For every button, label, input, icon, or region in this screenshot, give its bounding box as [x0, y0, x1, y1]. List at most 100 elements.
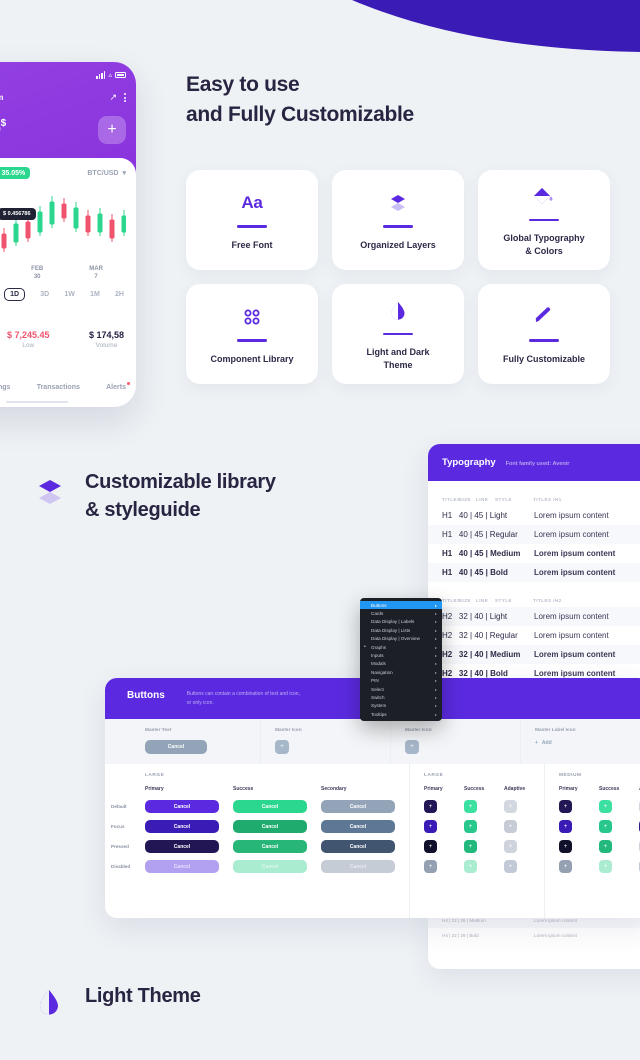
- column-headers: Primary Success Adaptive: [559, 786, 640, 792]
- feature-card-global-typography[interactable]: Global Typography & Colors: [478, 170, 610, 270]
- master-icon-button[interactable]: +: [405, 740, 419, 754]
- component-dropdown-menu[interactable]: Buttons ▸ Cards ▸ Data Display | Labels ▸ D…: [360, 598, 442, 722]
- chevron-right-icon: ▸: [434, 711, 437, 717]
- pair-selector[interactable]: BTC/USD ▾: [87, 169, 126, 177]
- dropdown-item-cards[interactable]: Cards ▸: [360, 609, 442, 617]
- add-button[interactable]: +: [98, 116, 126, 144]
- typo-row: H4 | 22 | 26 | Bold Lorem ipsum content: [442, 933, 577, 938]
- icon-button-success-default[interactable]: +: [464, 800, 477, 813]
- candlestick-chart: $ 0.456786: [0, 186, 126, 264]
- dropdown-item-system[interactable]: System ▸: [360, 702, 442, 710]
- feature-card-organized-layers[interactable]: Organized Layers: [332, 170, 464, 270]
- tab-holdings[interactable]: Holdings: [0, 384, 10, 391]
- range-2h[interactable]: 2H: [115, 291, 124, 298]
- dropdown-item-switch[interactable]: Switch ▸: [360, 693, 442, 701]
- range-1m[interactable]: 1M: [90, 291, 100, 298]
- button-success-pressed[interactable]: Cancel: [233, 840, 307, 853]
- feature-label: Component Library: [210, 353, 294, 364]
- icon-button-success-pressed[interactable]: +: [464, 840, 477, 853]
- button-secondary-disabled: Cancel: [321, 860, 395, 873]
- button-secondary-pressed[interactable]: Cancel: [321, 840, 395, 853]
- dropdown-item-navigation[interactable]: Navigation ▸: [360, 668, 442, 676]
- home-indicator: [6, 400, 68, 403]
- feature-card-free-font[interactable]: Aa Free Font: [186, 170, 318, 270]
- icon-button-adaptive-default[interactable]: +: [504, 800, 517, 813]
- dropdown-item-inputs[interactable]: Inputs ▸: [360, 651, 442, 659]
- chevron-right-icon: ▸: [434, 661, 437, 667]
- button-success-default[interactable]: Cancel: [233, 800, 307, 813]
- dropdown-item-modals[interactable]: Modals ▸: [360, 660, 442, 668]
- icon-button-primary-focus[interactable]: +: [424, 820, 437, 833]
- easy-line-2: and Fully Customizable: [186, 103, 414, 127]
- button-primary-default[interactable]: Cancel: [145, 800, 219, 813]
- button-success-focus[interactable]: Cancel: [233, 820, 307, 833]
- tab-alerts[interactable]: Alerts: [106, 382, 130, 391]
- chevron-right-icon: ▸: [434, 686, 437, 692]
- library-line-1: Customizable library: [85, 471, 276, 493]
- typo-row: H1 40 | 45 | Medium Lorem ipsum content: [442, 549, 616, 558]
- icon-button-success-default[interactable]: +: [599, 800, 612, 813]
- feature-card-light-dark-theme[interactable]: Light and Dark Theme: [332, 284, 464, 384]
- size-tag: MEDIUM: [559, 773, 582, 778]
- bullet-icon: •: [364, 644, 366, 651]
- icon-button-adaptive-focus[interactable]: +: [504, 820, 517, 833]
- master-label-icon-button[interactable]: + Add: [535, 740, 640, 746]
- master-text-button[interactable]: Cancel: [145, 740, 207, 754]
- col-header-titles: TITLES: [442, 598, 461, 603]
- icon-button-success-pressed[interactable]: +: [599, 840, 612, 853]
- icon-button-success-focus[interactable]: +: [599, 820, 612, 833]
- button-secondary-focus[interactable]: Cancel: [321, 820, 395, 833]
- button-row: Focus Cancel Cancel Cancel: [111, 820, 409, 833]
- range-3d[interactable]: 3D: [40, 291, 49, 298]
- range-1d[interactable]: 1D: [4, 287, 26, 301]
- icon-button-row: +++: [559, 820, 640, 833]
- dropdown-item-select[interactable]: Select ▸: [360, 685, 442, 693]
- date-tick: MAR 7: [89, 266, 103, 280]
- typography-header: Typography Font family used: Avenir sett…: [428, 444, 640, 481]
- button-secondary-default[interactable]: Cancel: [321, 800, 395, 813]
- typography-subtitle: Font family used: Avenir: [505, 461, 570, 467]
- button-primary-focus[interactable]: Cancel: [145, 820, 219, 833]
- more-vertical-icon[interactable]: [124, 93, 126, 102]
- icon-button-primary-focus[interactable]: +: [559, 820, 572, 833]
- header-primary: Primary: [559, 786, 578, 792]
- master-icon-button[interactable]: +: [275, 740, 289, 754]
- icon-button-primary-default[interactable]: +: [424, 800, 437, 813]
- button-row: Default Cancel Cancel Cancel: [111, 800, 409, 813]
- dropdown-item-pin[interactable]: PIN ▸: [360, 677, 442, 685]
- dropdown-item-data-display-overview[interactable]: Data Display | Overview ▸: [360, 635, 442, 643]
- buttons-panel-subtitle: Buttons can contain a combination of tex…: [186, 691, 300, 706]
- page-root: ▵ ▦ Radium ↗ 03,45$ 564453 RADS + 915667…: [0, 0, 640, 1060]
- icon-button-row: + + +: [424, 800, 544, 813]
- icon-button-adaptive-disabled: +: [504, 860, 517, 873]
- dropdown-item-buttons[interactable]: Buttons ▸: [360, 601, 442, 610]
- icon-button-primary-default[interactable]: +: [559, 800, 572, 813]
- range-selector[interactable]: 4H 12H 1D 3D 1W 1M 2H: [0, 287, 126, 305]
- master-cell-icon-medium: Master Icon +: [391, 719, 521, 764]
- dropdown-item-data-display-lists[interactable]: Data Display | Lists ▸: [360, 626, 442, 634]
- paint-bucket-icon: [531, 182, 557, 212]
- icon-button-success-focus[interactable]: +: [464, 820, 477, 833]
- accent-rule: [237, 339, 267, 342]
- range-1w[interactable]: 1W: [64, 291, 75, 298]
- feature-card-fully-customizable[interactable]: Fully Customizable: [478, 284, 610, 384]
- chart-date-axis: FEB24 FEB30 MAR7: [0, 266, 126, 282]
- dropdown-item-data-display-labels[interactable]: Data Display | Labels ▸: [360, 618, 442, 626]
- currency-symbol: $: [0, 118, 7, 129]
- trend-up-icon[interactable]: ↗: [109, 92, 117, 103]
- component-dots-icon: [239, 302, 265, 332]
- button-primary-pressed[interactable]: Cancel: [145, 840, 219, 853]
- col-header-size: SIZE: [459, 598, 472, 603]
- button-row: Pressed Cancel Cancel Cancel: [111, 840, 409, 853]
- tab-transactions[interactable]: Transactions: [37, 384, 80, 391]
- icon-button-primary-disabled: +: [559, 860, 572, 873]
- icon-button-primary-pressed[interactable]: +: [424, 840, 437, 853]
- feature-card-component-library[interactable]: Component Library: [186, 284, 318, 384]
- dropdown-item-tooltips[interactable]: Tooltips ▸: [360, 710, 442, 718]
- phone-bottom-tabs[interactable]: ts Holdings Transactions Alerts: [0, 370, 136, 397]
- icon-button-primary-pressed[interactable]: +: [559, 840, 572, 853]
- icon-button-adaptive-pressed[interactable]: +: [504, 840, 517, 853]
- col-header-line: LINE: [476, 497, 489, 502]
- dropdown-item-graphs[interactable]: • Graphs ▸: [360, 643, 442, 651]
- typo-row: H1 40 | 45 | Bold Lorem ipsum content: [428, 563, 640, 582]
